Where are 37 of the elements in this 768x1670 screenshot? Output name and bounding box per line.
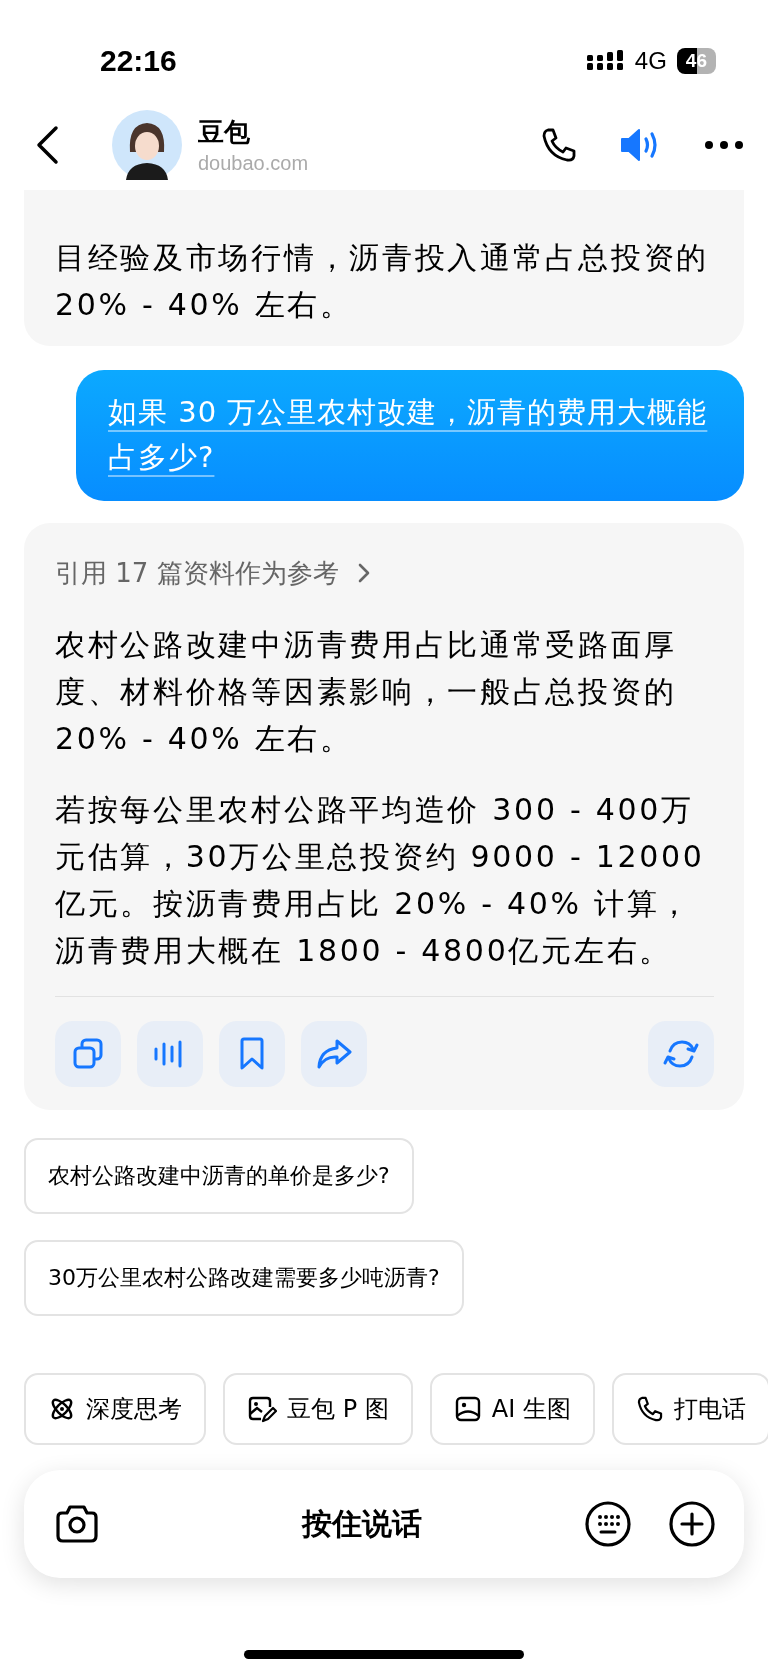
- copy-button[interactable]: [55, 1021, 121, 1087]
- regenerate-button[interactable]: [648, 1021, 714, 1087]
- chat-subtitle: doubao.com: [198, 152, 310, 175]
- share-button[interactable]: [301, 1021, 367, 1087]
- share-icon: [316, 1038, 352, 1070]
- bookmark-button[interactable]: [219, 1021, 285, 1087]
- keyboard-icon[interactable]: [584, 1500, 632, 1548]
- reply-paragraph: 若按每公里农村公路平均造价 300 - 400万元估算，30万公里总投资约 9000 - 12000亿元。按沥青费用占比 20% - 40% 计算，沥青费用大概在 1800 - 4800亿元左右。: [55, 791, 706, 970]
- reply-paragraph: 农村公路改建中沥青费用占比通常受路面厚度、材料价格等因素影响，一般占总投资的 20% - 40% 左右。: [55, 626, 678, 758]
- phone-icon: [635, 1395, 664, 1423]
- status-time: 22:16: [100, 44, 177, 78]
- bookmark-icon: [238, 1037, 266, 1071]
- signal-icon: [586, 50, 625, 72]
- image-edit-icon: [247, 1395, 277, 1423]
- tool-chip[interactable]: 豆包 P 图: [223, 1373, 413, 1445]
- more-icon[interactable]: [704, 140, 744, 150]
- user-message: 如果 30 万公里农村改建，沥青的费用大概能占多少?: [108, 395, 708, 474]
- image-icon: [453, 1395, 482, 1423]
- tool-chip[interactable]: AI 生图: [429, 1373, 595, 1445]
- network-label: 4G: [634, 47, 667, 75]
- camera-icon[interactable]: [54, 1504, 100, 1544]
- tool-chip[interactable]: 深度思考: [24, 1373, 206, 1445]
- voice-input-bar[interactable]: 按住说话: [24, 1470, 744, 1578]
- phone-icon[interactable]: [540, 126, 578, 164]
- chevron-icon: [356, 562, 371, 584]
- read-aloud-button[interactable]: [137, 1021, 203, 1087]
- references-link[interactable]: 引用 17 篇资料作为参考: [55, 551, 714, 595]
- tool-chip[interactable]: 打电话: [611, 1373, 768, 1445]
- suggested-question[interactable]: 农村公路改建中沥青的单价是多少?: [24, 1138, 414, 1214]
- avatar[interactable]: [112, 110, 182, 180]
- copy-icon: [71, 1037, 105, 1071]
- suggested-question[interactable]: 30万公里农村公路改建需要多少吨沥青?: [24, 1240, 464, 1316]
- back-icon[interactable]: [34, 125, 60, 165]
- chat-title: 豆包: [198, 116, 251, 149]
- hold-to-talk-label: 按住说话: [300, 1504, 423, 1543]
- reply-paragraph: 目经验及市场行情，沥青投入通常占总投资的 20% - 40% 左右。: [55, 239, 710, 324]
- add-icon[interactable]: [668, 1500, 716, 1548]
